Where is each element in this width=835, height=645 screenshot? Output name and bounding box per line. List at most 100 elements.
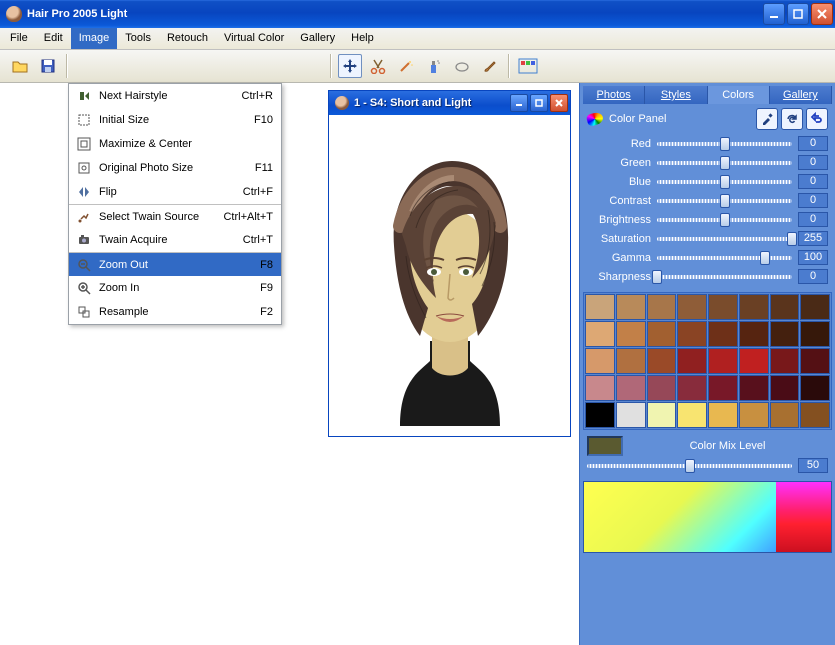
menu-item-max[interactable]: Maximize & Center xyxy=(69,132,281,156)
palette-swatch[interactable] xyxy=(800,294,830,320)
menu-item-flip[interactable]: FlipCtrl+F xyxy=(69,180,281,204)
move-tool[interactable] xyxy=(338,54,362,78)
palette-swatch[interactable] xyxy=(739,375,769,401)
menu-image[interactable]: Image xyxy=(71,28,118,49)
cut-tool[interactable] xyxy=(366,54,390,78)
slider-track[interactable] xyxy=(657,218,792,222)
close-button[interactable] xyxy=(811,3,833,25)
menu-help[interactable]: Help xyxy=(343,28,382,49)
tab-colors[interactable]: Colors xyxy=(708,86,770,104)
palette-swatch[interactable] xyxy=(800,375,830,401)
slider-thumb[interactable] xyxy=(787,232,797,246)
current-color-swatch[interactable] xyxy=(587,436,623,456)
palette-swatch[interactable] xyxy=(616,375,646,401)
tab-photos[interactable]: Photos xyxy=(583,86,645,104)
color-mix-slider[interactable] xyxy=(587,464,792,468)
menu-virtual-color[interactable]: Virtual Color xyxy=(216,28,292,49)
slider-thumb[interactable] xyxy=(720,137,730,151)
slider-track[interactable] xyxy=(657,199,792,203)
palette-swatch[interactable] xyxy=(708,375,738,401)
menu-item-next[interactable]: Next HairstyleCtrl+R xyxy=(69,84,281,108)
brush-tool[interactable] xyxy=(478,54,502,78)
palette-swatch[interactable] xyxy=(616,294,646,320)
maximize-button[interactable] xyxy=(787,3,809,25)
palette-swatch[interactable] xyxy=(800,321,830,347)
cloud-tool[interactable] xyxy=(450,54,474,78)
menu-item-size[interactable]: Initial SizeF10 xyxy=(69,108,281,132)
menu-edit[interactable]: Edit xyxy=(36,28,71,49)
tab-gallery[interactable]: Gallery xyxy=(770,86,832,104)
refresh-button[interactable] xyxy=(781,108,803,130)
palette-swatch[interactable] xyxy=(708,321,738,347)
document-maximize-button[interactable] xyxy=(530,94,548,112)
menu-item-orig[interactable]: Original Photo SizeF11 xyxy=(69,156,281,180)
slider-thumb[interactable] xyxy=(760,251,770,265)
palette-swatch[interactable] xyxy=(585,348,615,374)
slider-track[interactable] xyxy=(657,161,792,165)
slider-thumb[interactable] xyxy=(720,213,730,227)
palette-swatch[interactable] xyxy=(585,375,615,401)
palette-swatch[interactable] xyxy=(647,294,677,320)
palette-swatch[interactable] xyxy=(770,402,800,428)
palette-swatch[interactable] xyxy=(770,321,800,347)
menu-tools[interactable]: Tools xyxy=(117,28,159,49)
menu-item-zin[interactable]: Zoom InF9 xyxy=(69,276,281,300)
slider-thumb[interactable] xyxy=(652,270,662,284)
open-button[interactable] xyxy=(8,54,32,78)
palette-swatch[interactable] xyxy=(800,402,830,428)
palette-swatch[interactable] xyxy=(770,294,800,320)
palette-swatch[interactable] xyxy=(585,402,615,428)
minimize-button[interactable] xyxy=(763,3,785,25)
wand-tool[interactable] xyxy=(394,54,418,78)
palette-swatch[interactable] xyxy=(770,348,800,374)
palette-swatch[interactable] xyxy=(677,348,707,374)
palette-swatch[interactable] xyxy=(800,348,830,374)
document-minimize-button[interactable] xyxy=(510,94,528,112)
save-button[interactable] xyxy=(36,54,60,78)
document-window[interactable]: 1 - S4: Short and Light xyxy=(328,90,571,437)
palette-swatch[interactable] xyxy=(585,321,615,347)
slider-thumb[interactable] xyxy=(720,175,730,189)
menu-gallery[interactable]: Gallery xyxy=(292,28,343,49)
spray-tool[interactable] xyxy=(422,54,446,78)
palette-swatch[interactable] xyxy=(708,294,738,320)
slider-thumb[interactable] xyxy=(720,194,730,208)
menu-item-twsrc[interactable]: Select Twain SourceCtrl+Alt+T xyxy=(69,204,281,228)
menu-retouch[interactable]: Retouch xyxy=(159,28,216,49)
palette-swatch[interactable] xyxy=(739,321,769,347)
palette-swatch[interactable] xyxy=(739,348,769,374)
menu-item-zout[interactable]: Zoom OutF8 xyxy=(69,252,281,276)
palette-swatch[interactable] xyxy=(647,375,677,401)
slider-track[interactable] xyxy=(657,142,792,146)
slider-track[interactable] xyxy=(657,256,792,260)
palette-swatch[interactable] xyxy=(647,402,677,428)
palette-swatch[interactable] xyxy=(739,294,769,320)
palette-swatch[interactable] xyxy=(677,375,707,401)
color-preview-button[interactable] xyxy=(516,54,540,78)
eyedropper-button[interactable] xyxy=(756,108,778,130)
palette-swatch[interactable] xyxy=(616,402,646,428)
palette-swatch[interactable] xyxy=(647,321,677,347)
menu-item-resam[interactable]: ResampleF2 xyxy=(69,300,281,324)
palette-swatch[interactable] xyxy=(708,402,738,428)
undo-button[interactable] xyxy=(806,108,828,130)
palette-swatch[interactable] xyxy=(677,294,707,320)
palette-swatch[interactable] xyxy=(585,294,615,320)
tab-styles[interactable]: Styles xyxy=(645,86,707,104)
palette-swatch[interactable] xyxy=(616,321,646,347)
slider-track[interactable] xyxy=(657,180,792,184)
gradient-picker[interactable] xyxy=(583,481,832,553)
palette-swatch[interactable] xyxy=(677,321,707,347)
palette-swatch[interactable] xyxy=(708,348,738,374)
palette-swatch[interactable] xyxy=(739,402,769,428)
palette-swatch[interactable] xyxy=(770,375,800,401)
document-close-button[interactable] xyxy=(550,94,568,112)
slider-thumb[interactable] xyxy=(685,459,695,473)
slider-thumb[interactable] xyxy=(720,156,730,170)
palette-swatch[interactable] xyxy=(647,348,677,374)
slider-track[interactable] xyxy=(657,237,792,241)
palette-swatch[interactable] xyxy=(677,402,707,428)
menu-file[interactable]: File xyxy=(2,28,36,49)
palette-swatch[interactable] xyxy=(616,348,646,374)
menu-item-twacq[interactable]: Twain AcquireCtrl+T xyxy=(69,228,281,252)
